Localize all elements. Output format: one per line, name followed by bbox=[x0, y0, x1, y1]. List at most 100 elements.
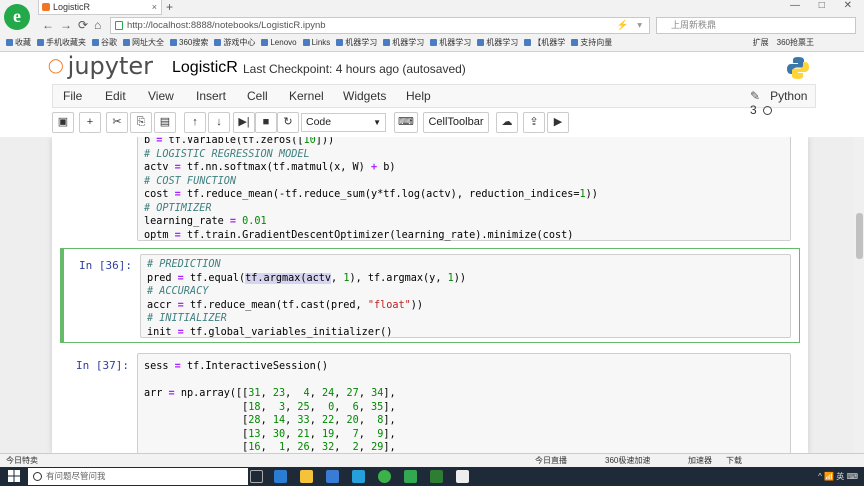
bookmark-item[interactable]: 支持向量 bbox=[571, 36, 612, 50]
scrollbar-thumb[interactable] bbox=[856, 213, 863, 259]
ie-icon[interactable] bbox=[352, 470, 365, 483]
file-explorer-icon[interactable] bbox=[300, 470, 313, 483]
bookmark-item[interactable]: 收藏 bbox=[6, 36, 31, 50]
code-line[interactable]: b = tf.Variable(tf.zeros([10])) bbox=[138, 137, 790, 148]
bookmark-item[interactable]: 【机器学 bbox=[524, 36, 565, 50]
publish-icon[interactable]: ⇪ bbox=[523, 112, 545, 133]
menu-kernel[interactable]: Kernel bbox=[289, 89, 324, 103]
code-cell[interactable]: b = tf.Variable(tf.zeros([10])) # LOGISTI… bbox=[60, 137, 800, 244]
browser-360-icon[interactable] bbox=[378, 470, 391, 483]
present-icon[interactable]: ▶ bbox=[547, 112, 569, 133]
run-button[interactable]: ▶| bbox=[233, 112, 255, 133]
code-line[interactable]: [13, 30, 21, 19, 7, 9], bbox=[138, 428, 790, 442]
code-line[interactable]: cost = tf.reduce_mean(-tf.reduce_sum(y*t… bbox=[138, 188, 790, 202]
bookmark-item[interactable]: 机器学习 bbox=[336, 36, 377, 50]
code-line[interactable]: accr = tf.reduce_mean(tf.cast(pred, "flo… bbox=[141, 299, 790, 313]
restart-button[interactable]: ↻ bbox=[277, 112, 299, 133]
code-cell[interactable]: In [37]: sess = tf.InteractiveSession() a… bbox=[60, 350, 800, 453]
celltoolbar-button[interactable]: CellToolbar bbox=[423, 112, 489, 133]
status-item[interactable]: 360极速加速 bbox=[605, 454, 650, 467]
cut-button[interactable]: ✂ bbox=[106, 112, 128, 133]
app-icon[interactable] bbox=[430, 470, 443, 483]
status-item[interactable]: 加速器 bbox=[688, 454, 712, 467]
code-line[interactable]: # LOGISTIC REGRESSION MODEL bbox=[138, 148, 790, 162]
taskbar-search-input[interactable]: 有问题尽管问我 bbox=[28, 468, 248, 485]
bookmark-item[interactable]: 谷歌 bbox=[92, 36, 117, 50]
code-line[interactable]: [28, 14, 33, 22, 20, 8], bbox=[138, 414, 790, 428]
cell-type-select[interactable]: Code ▼ bbox=[301, 113, 386, 132]
menu-view[interactable]: View bbox=[148, 89, 174, 103]
code-line[interactable]: sess = tf.InteractiveSession() bbox=[138, 360, 790, 374]
bookmark-item[interactable]: 机器学习 bbox=[383, 36, 424, 50]
scrollbar[interactable] bbox=[854, 137, 864, 453]
system-tray[interactable]: ^ 📶 英 ⌨ bbox=[818, 467, 858, 486]
task-view-icon[interactable] bbox=[250, 470, 263, 483]
code-line[interactable]: # OPTIMIZER bbox=[138, 202, 790, 216]
menu-edit[interactable]: Edit bbox=[105, 89, 126, 103]
move-down-button[interactable]: ↓ bbox=[208, 112, 230, 133]
upload-icon[interactable]: ☁ bbox=[496, 112, 518, 133]
code-line[interactable]: # COST FUNCTION bbox=[138, 175, 790, 189]
new-tab-button[interactable]: + bbox=[166, 0, 173, 14]
reload-icon[interactable]: ⟳ bbox=[78, 18, 88, 32]
status-item[interactable]: 下载 bbox=[726, 454, 742, 467]
address-bar[interactable]: http://localhost:8888/notebooks/Logistic… bbox=[110, 17, 650, 34]
interrupt-button[interactable]: ■ bbox=[255, 112, 277, 133]
code-line[interactable]: learning_rate = 0.01 bbox=[138, 215, 790, 229]
menu-file[interactable]: File bbox=[63, 89, 82, 103]
tab-close-icon[interactable]: × bbox=[152, 0, 157, 14]
cell-input[interactable]: b = tf.Variable(tf.zeros([10])) # LOGISTI… bbox=[137, 137, 791, 241]
bookmark-item[interactable]: 游戏中心 bbox=[214, 36, 255, 50]
app-icon[interactable] bbox=[456, 470, 469, 483]
forward-icon[interactable]: → bbox=[60, 18, 72, 32]
bookmark-item[interactable]: 360抢票王 bbox=[777, 38, 814, 47]
code-line[interactable]: arr = np.array([[31, 23, 4, 24, 27, 34], bbox=[138, 387, 790, 401]
bookmark-item[interactable]: 网址大全 bbox=[123, 36, 164, 50]
bookmark-item[interactable]: 机器学习 bbox=[430, 36, 471, 50]
app-icon[interactable] bbox=[404, 470, 417, 483]
keyboard-shortcuts-button[interactable]: ⌨ bbox=[394, 112, 418, 133]
jupyter-logo[interactable]: ◯ jupyter bbox=[48, 52, 153, 80]
windows-start-icon[interactable] bbox=[8, 470, 20, 482]
code-cell-selected[interactable]: In [36]: # PREDICTION pred = tf.equal(tf.… bbox=[60, 248, 800, 343]
edge-icon[interactable] bbox=[274, 470, 287, 483]
code-line[interactable]: init = tf.global_variables_initializer() bbox=[141, 326, 790, 340]
url-action-icons[interactable]: ⚡ ▾ bbox=[617, 18, 645, 33]
bookmark-item[interactable]: 手机收藏夹 bbox=[37, 36, 86, 50]
code-line[interactable]: [18, 3, 25, 0, 6, 35], bbox=[138, 401, 790, 415]
bookmark-item[interactable]: 扩展 bbox=[753, 38, 769, 47]
paste-button[interactable]: ▤ bbox=[154, 112, 176, 133]
browser-search-input[interactable]: 上周新秩鼎 bbox=[656, 17, 856, 34]
code-line[interactable]: # ACCURACY bbox=[141, 285, 790, 299]
code-line[interactable]: # INITIALIZER bbox=[141, 312, 790, 326]
bookmark-item[interactable]: 机器学习 bbox=[477, 36, 518, 50]
bookmark-item[interactable]: 360搜索 bbox=[170, 36, 208, 50]
window-controls[interactable]: — □ ✕ bbox=[790, 0, 860, 11]
menu-widgets[interactable]: Widgets bbox=[343, 89, 386, 103]
cell-input[interactable]: # PREDICTION pred = tf.equal(tf.argmax(ac… bbox=[140, 254, 791, 338]
bookmark-item[interactable]: Lenovo bbox=[261, 36, 297, 50]
menu-cell[interactable]: Cell bbox=[247, 89, 268, 103]
store-icon[interactable] bbox=[326, 470, 339, 483]
cell-input[interactable]: sess = tf.InteractiveSession() arr = np.a… bbox=[137, 353, 791, 453]
code-line[interactable]: actv = tf.nn.softmax(tf.matmul(x, W) + b… bbox=[138, 161, 790, 175]
code-line[interactable]: # PREDICTION bbox=[141, 258, 790, 272]
bookmark-item[interactable]: Links bbox=[302, 36, 330, 50]
move-up-button[interactable]: ↑ bbox=[184, 112, 206, 133]
status-left-item[interactable]: 今日特卖 bbox=[6, 454, 38, 467]
insert-cell-button[interactable]: + bbox=[79, 112, 101, 133]
copy-button[interactable]: ⎘ bbox=[130, 112, 152, 133]
browser-tab[interactable]: LogisticR × bbox=[38, 0, 162, 15]
status-item[interactable]: 今日直播 bbox=[535, 454, 567, 467]
code-line[interactable]: optm = tf.train.GradientDescentOptimizer… bbox=[138, 229, 790, 243]
code-line[interactable]: [16, 1, 26, 32, 2, 29], bbox=[138, 441, 790, 453]
notebook-scroll-area[interactable]: b = tf.Variable(tf.zeros([10])) # LOGISTI… bbox=[0, 137, 864, 453]
code-line[interactable]: pred = tf.equal(tf.argmax(actv, 1), tf.a… bbox=[141, 272, 790, 286]
back-icon[interactable]: ← bbox=[42, 18, 54, 32]
home-icon[interactable]: ⌂ bbox=[94, 18, 101, 32]
menu-help[interactable]: Help bbox=[406, 89, 431, 103]
save-button[interactable]: ▣ bbox=[52, 112, 74, 133]
notebook-title[interactable]: LogisticR bbox=[172, 59, 238, 77]
menu-insert[interactable]: Insert bbox=[196, 89, 226, 103]
code-line[interactable] bbox=[138, 374, 790, 388]
